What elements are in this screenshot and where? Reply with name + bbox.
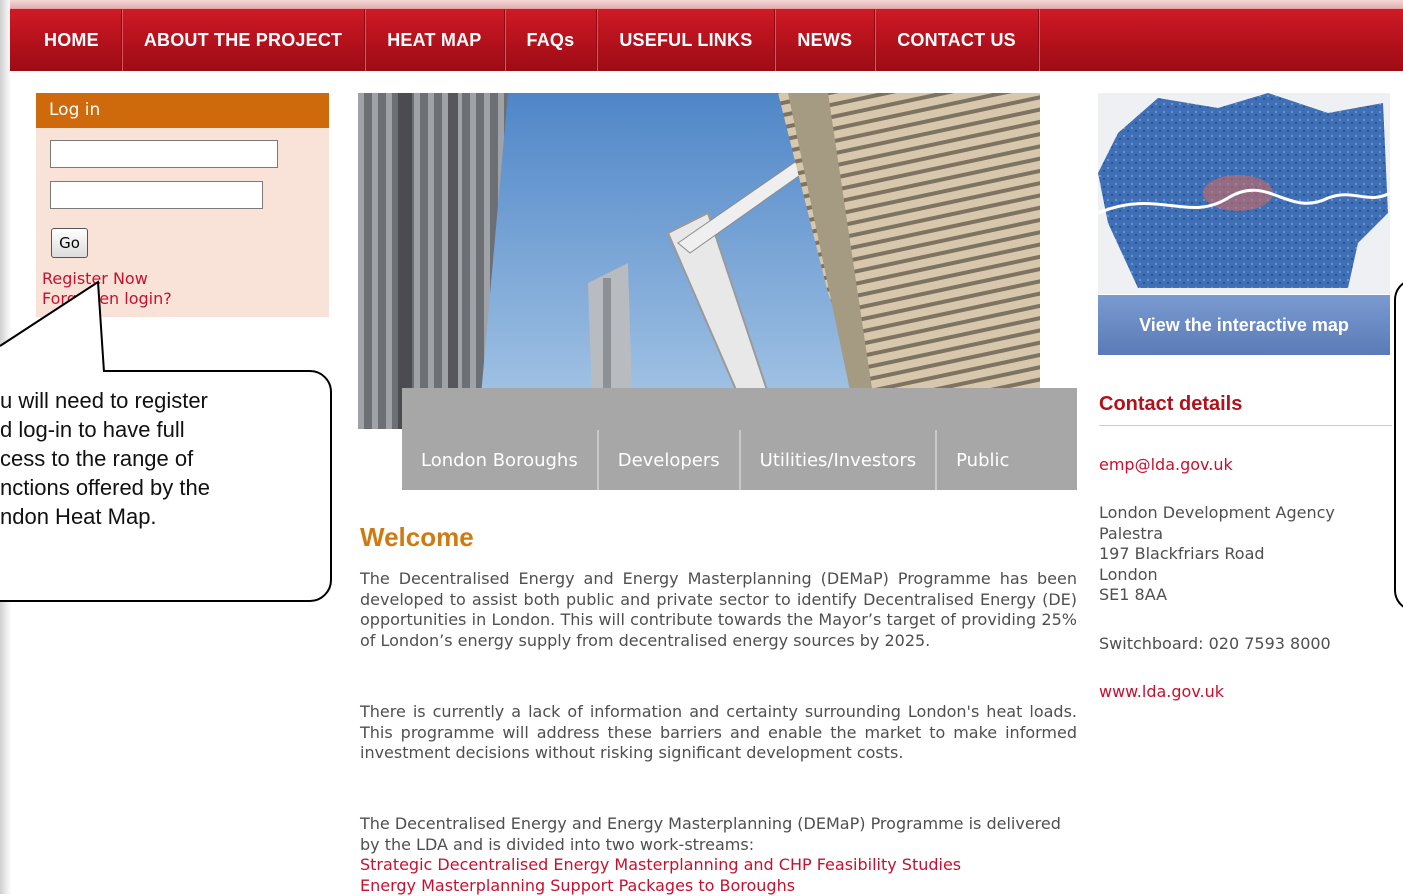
audience-tabs: London Boroughs Developers Utilities/Inv…	[402, 430, 1028, 490]
tab-developers[interactable]: Developers	[599, 430, 741, 490]
tab-utilities-investors[interactable]: Utilities/Investors	[741, 430, 937, 490]
tab-public[interactable]: Public	[937, 430, 1028, 490]
link-support-packages[interactable]: Energy Masterplanning Support Packages t…	[360, 876, 1077, 896]
address-line: 197 Blackfriars Road	[1099, 544, 1335, 565]
address-line: SE1 8AA	[1099, 585, 1335, 606]
address-line: Palestra	[1099, 524, 1335, 545]
contact-divider	[1099, 425, 1392, 426]
nav-home[interactable]: HOME	[10, 9, 122, 71]
nav-about[interactable]: ABOUT THE PROJECT	[122, 9, 365, 71]
username-input[interactable]	[50, 140, 278, 168]
callout-tail	[0, 280, 130, 376]
nav-contact[interactable]: CONTACT US	[875, 9, 1039, 71]
contact-website-link[interactable]: www.lda.gov.uk	[1099, 682, 1224, 703]
callout-text: u will need to register d log-in to have…	[0, 386, 320, 531]
heat-map-thumbnail[interactable]	[1098, 93, 1390, 294]
nav-news[interactable]: NEWS	[775, 9, 875, 71]
link-strategic-de-masterplanning[interactable]: Strategic Decentralised Energy Masterpla…	[360, 855, 1077, 876]
top-strip	[10, 0, 1403, 8]
right-annotation-callout	[1394, 278, 1403, 612]
contact-email-link[interactable]: emp@lda.gov.uk	[1099, 455, 1233, 476]
contact-address: London Development Agency Palestra 197 B…	[1099, 503, 1335, 606]
nav-heat-map[interactable]: HEAT MAP	[365, 9, 504, 71]
welcome-paragraph-2: There is currently a lack of information…	[360, 702, 1077, 764]
welcome-heading: Welcome	[360, 522, 474, 553]
welcome-paragraph-3: The Decentralised Energy and Energy Mast…	[360, 814, 1077, 896]
login-title: Log in	[36, 93, 329, 128]
contact-title: Contact details	[1099, 393, 1242, 416]
address-line: London Development Agency	[1099, 503, 1335, 524]
view-interactive-map-button[interactable]: View the interactive map	[1098, 295, 1390, 355]
contact-phone: Switchboard: 020 7593 8000	[1099, 634, 1331, 655]
address-line: London	[1099, 565, 1335, 586]
workstreams-intro: The Decentralised Energy and Energy Mast…	[360, 814, 1061, 854]
welcome-paragraph-1: The Decentralised Energy and Energy Mast…	[360, 569, 1077, 651]
go-button[interactable]: Go	[51, 228, 88, 258]
hero-image	[358, 93, 1040, 429]
tab-london-boroughs[interactable]: London Boroughs	[402, 430, 599, 490]
main-nav: HOME ABOUT THE PROJECT HEAT MAP FAQs USE…	[10, 8, 1403, 71]
nav-useful-links[interactable]: USEFUL LINKS	[597, 9, 775, 71]
nav-faqs[interactable]: FAQs	[505, 9, 598, 71]
password-input[interactable]	[50, 181, 263, 209]
